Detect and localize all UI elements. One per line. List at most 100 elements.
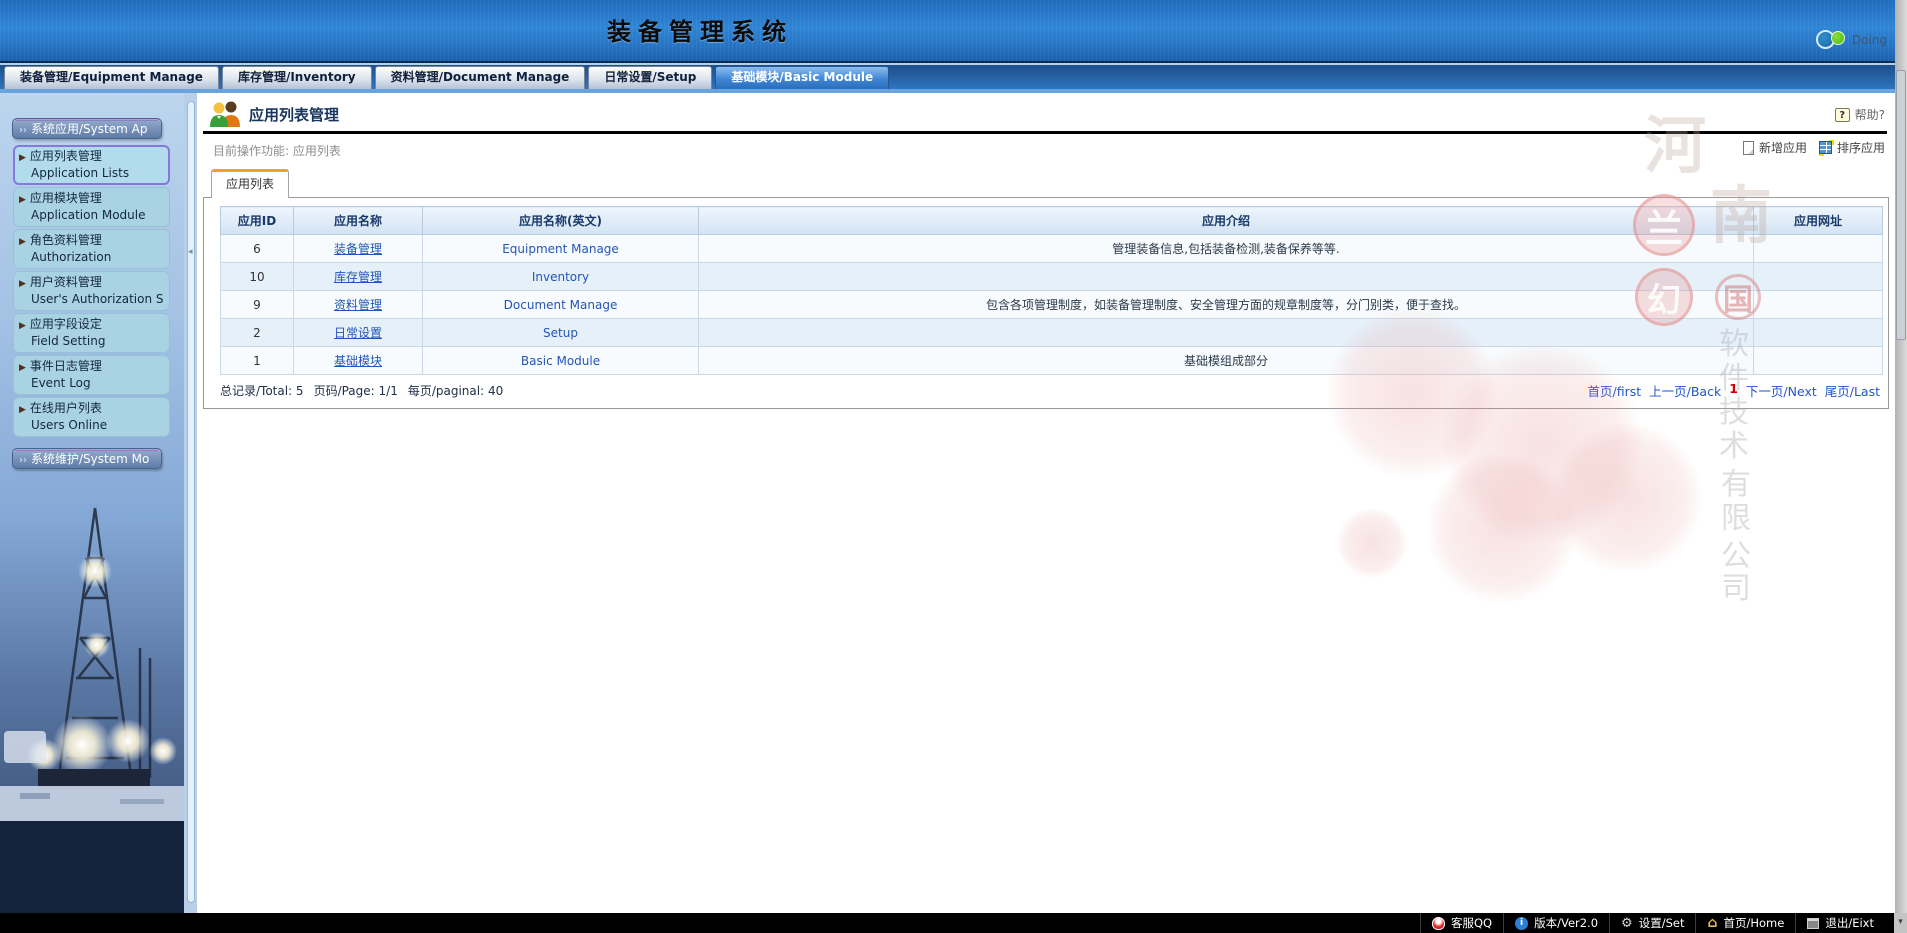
header-stripes-decoration [0,0,1907,61]
item-arrow-icon: ▶ [19,195,26,205]
cell-app-name-link[interactable]: 库存管理 [294,263,423,291]
help-label: 帮助? [1855,106,1885,123]
collapse-arrow-icon: ◂ [188,247,193,257]
pagination-back[interactable]: 上一页/Back [1649,381,1721,400]
tab-inventory[interactable]: 库存管理/Inventory [222,66,372,89]
home-label: 首页/Home [1724,915,1785,931]
cell-app-desc: 基础模组成部分 [699,347,1754,375]
sidebar-item-application-module[interactable]: ▶应用模块管理 Application Module [13,187,170,227]
item-label-zh: 应用模块管理 [30,191,102,205]
sidebar-menu: ››系统应用/System Ap ▶应用列表管理 Application Lis… [0,93,184,469]
item-label-zh: 用户资料管理 [30,275,102,289]
pagination-first[interactable]: 首页/first [1588,381,1642,400]
help-link[interactable]: ? 帮助? [1835,106,1885,123]
table-row: 9 资料管理 Document Manage 包含各项管理制度，如装备管理制度、… [221,291,1883,319]
exit-button[interactable]: 退出/Eixt [1795,913,1885,933]
cell-app-name-link[interactable]: 日常设置 [294,319,423,347]
table-row: 2 日常设置 Setup [221,319,1883,347]
column-header-app-desc: 应用介绍 [699,207,1754,235]
cell-app-url [1754,347,1883,375]
version-label: 版本/Ver2.0 [1534,915,1598,931]
toolbar-actions: 新增应用 排序应用 [1743,139,1885,156]
new-document-icon [1743,141,1754,155]
item-label-zh: 应用字段设定 [30,317,102,331]
cell-app-id: 10 [221,263,294,291]
sidebar-splitter[interactable]: ◂ [187,101,195,903]
exit-icon [1807,918,1819,929]
table-header-row: 应用ID 应用名称 应用名称(英文) 应用介绍 应用网址 [221,207,1883,235]
item-label-en: Application Lists [19,166,164,181]
app-header: 装备管理系统 Doing [0,0,1907,63]
tab-equipment-manage[interactable]: 装备管理/Equipment Manage [4,66,219,89]
oil-rig-photo [0,483,184,913]
users-icon [209,99,243,127]
sidebar-item-users-online[interactable]: ▶在线用户列表 Users Online [13,397,170,437]
status-indicator: Doing [1816,30,1887,49]
status-green-dot-icon [1831,31,1845,45]
cell-app-name-link[interactable]: 基础模块 [294,347,423,375]
sidebar-item-users-authorization[interactable]: ▶用户资料管理 User's Authorization S [13,271,170,311]
help-icon: ? [1835,108,1850,122]
tab-basic-module[interactable]: 基础模块/Basic Module [715,66,889,89]
watermark-char: 限 [1721,493,1751,537]
sort-table-icon [1819,141,1832,154]
cell-app-name-en: Setup [423,319,699,347]
sidebar-section-system-maintenance[interactable]: ››系统维护/System Mo [12,448,162,469]
item-label-zh: 角色资料管理 [30,233,102,247]
qq-support-label: 客服QQ [1451,915,1492,931]
cell-app-name-en: Inventory [423,263,699,291]
qq-icon [1432,917,1445,930]
sidebar-item-event-log[interactable]: ▶事件日志管理 Event Log [13,355,170,395]
cell-app-desc: 包含各项管理制度，如装备管理制度、安全管理方面的规章制度等，分门别类，便于查找。 [699,291,1754,319]
settings-button[interactable]: ⚙ 设置/Set [1609,913,1695,933]
sidebar-item-field-setting[interactable]: ▶应用字段设定 Field Setting [13,313,170,353]
cloud-decoration [1427,453,1577,603]
sidebar-section-label: 系统应用/System Ap [31,122,147,136]
main-nav-tab-bar: 装备管理/Equipment Manage 库存管理/Inventory 资料管… [0,65,1907,89]
table-row: 6 装备管理 Equipment Manage 管理装备信息,包括装备检测,装备… [221,235,1883,263]
watermark-char: 司 [1721,563,1751,607]
section-bullet-icon: ›› [19,455,27,466]
application-list-panel: 应用ID 应用名称 应用名称(英文) 应用介绍 应用网址 6 装备管理 Equi… [203,197,1889,409]
sidebar-item-authorization[interactable]: ▶角色资料管理 Authorization [13,229,170,269]
cloud-decoration [1337,508,1407,578]
table-footer: 总记录/Total: 5 页码/Page: 1/1 每页/paginal: 40… [220,381,1880,400]
app-title: 装备管理系统 [520,12,880,47]
item-label-zh: 应用列表管理 [30,149,102,163]
pagination-last[interactable]: 尾页/Last [1825,381,1880,400]
tab-setup[interactable]: 日常设置/Setup [588,66,712,89]
sidebar-item-application-lists[interactable]: ▶应用列表管理 Application Lists [13,145,170,185]
pagination: 首页/first 上一页/Back 1 下一页/Next 尾页/Last [1588,381,1881,400]
cell-app-desc: 管理装备信息,包括装备检测,装备保养等等. [699,235,1754,263]
main-content: 河 南 兰 幻 国 软 件 技 术 有 限 公 司 [197,93,1895,913]
item-arrow-icon: ▶ [19,237,26,247]
status-indicator-label: Doing [1852,33,1887,47]
item-arrow-icon: ▶ [19,405,26,415]
sort-application-label: 排序应用 [1837,139,1885,156]
scrollbar-thumb[interactable] [1896,70,1906,340]
sidebar-section-system-application[interactable]: ››系统应用/System Ap [12,118,162,139]
item-arrow-icon: ▶ [19,279,26,289]
info-icon: i [1515,917,1528,930]
version-button[interactable]: i 版本/Ver2.0 [1503,913,1609,933]
sort-application-button[interactable]: 排序应用 [1819,139,1885,156]
cell-app-url [1754,291,1883,319]
tab-application-list[interactable]: 应用列表 [211,169,289,198]
qq-support-button[interactable]: 客服QQ [1420,913,1503,933]
home-button[interactable]: ⌂ 首页/Home [1695,913,1795,933]
cell-app-desc [699,319,1754,347]
cell-app-name-link[interactable]: 资料管理 [294,291,423,319]
gear-icon: ⚙ [1621,917,1633,930]
pagination-next[interactable]: 下一页/Next [1746,381,1817,400]
tab-document-manage[interactable]: 资料管理/Document Manage [375,66,586,89]
status-bar: 客服QQ i 版本/Ver2.0 ⚙ 设置/Set ⌂ 首页/Home 退出/E… [0,913,1907,933]
cell-app-name-link[interactable]: 装备管理 [294,235,423,263]
item-arrow-icon: ▶ [19,363,26,373]
scroll-down-arrow[interactable]: ▾ [1894,913,1907,933]
total-records: 总记录/Total: 5 [220,382,304,399]
equipment-management-app: 装备管理系统 Doing 装备管理/Equipment Manage 库存管理/… [0,0,1907,933]
cell-app-url [1754,263,1883,291]
page-body: ››系统应用/System Ap ▶应用列表管理 Application Lis… [0,93,1907,913]
add-application-button[interactable]: 新增应用 [1743,139,1807,156]
vertical-scrollbar[interactable] [1895,0,1907,913]
